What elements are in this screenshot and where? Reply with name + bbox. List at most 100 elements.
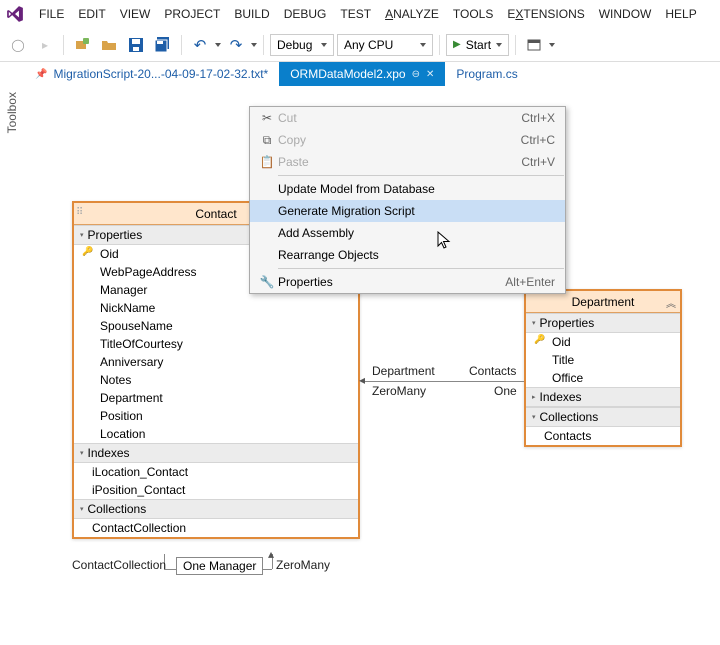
undo-dropdown[interactable] bbox=[215, 43, 221, 47]
ctx-update-model[interactable]: Update Model from Database bbox=[250, 178, 565, 200]
ctx-cut: ✂CutCtrl+X bbox=[250, 107, 565, 129]
copy-icon: ⧉ bbox=[256, 133, 278, 148]
save-button[interactable] bbox=[124, 33, 148, 57]
relation-label: Contacts bbox=[469, 364, 516, 378]
drag-handle-icon[interactable]: ⠿ bbox=[76, 207, 81, 218]
relation-label: Department bbox=[372, 364, 435, 378]
platform-dropdown[interactable]: Any CPU bbox=[337, 34, 433, 56]
ctx-rearrange[interactable]: Rearrange Objects bbox=[250, 244, 565, 266]
arrow-icon: ◂ bbox=[359, 373, 365, 387]
wrench-icon: 🔧 bbox=[256, 275, 278, 289]
paste-icon: 📋 bbox=[256, 155, 278, 169]
tab-strip: 📌 MigrationScript-20...-04-09-17-02-32.t… bbox=[0, 62, 720, 86]
menu-debug[interactable]: DEBUG bbox=[277, 3, 334, 25]
entity-header[interactable]: Department ︽ bbox=[526, 291, 680, 313]
separator bbox=[515, 35, 516, 55]
collapse-icon: ▾ bbox=[80, 449, 84, 457]
separator bbox=[278, 175, 564, 176]
menu-analyze[interactable]: ANALYZE bbox=[378, 3, 446, 25]
tab-migration-script[interactable]: 📌 MigrationScript-20...-04-09-17-02-32.t… bbox=[24, 62, 279, 86]
menu-view[interactable]: VIEW bbox=[113, 3, 158, 25]
relation-label: ContactCollection bbox=[72, 558, 166, 572]
design-canvas[interactable]: ⠿ Contact ︽ ▾Properties Oid WebPageAddre… bbox=[24, 88, 720, 645]
property-item[interactable]: TitleOfCourtesy bbox=[74, 335, 358, 353]
section-indexes[interactable]: ▾Indexes bbox=[74, 443, 358, 463]
config-dropdown[interactable]: Debug bbox=[270, 34, 334, 56]
entity-department[interactable]: Department ︽ ▾Properties Oid Title Offic… bbox=[524, 289, 682, 447]
collection-item[interactable]: Contacts bbox=[526, 427, 680, 445]
collapse-icon: ▾ bbox=[80, 505, 84, 513]
ctx-paste: 📋PasteCtrl+V bbox=[250, 151, 565, 173]
collapse-icon: ▾ bbox=[532, 319, 536, 327]
separator bbox=[439, 35, 440, 55]
index-item[interactable]: iLocation_Contact bbox=[74, 463, 358, 481]
pin-icon[interactable]: ⊖ bbox=[412, 69, 420, 80]
property-item[interactable]: Office bbox=[526, 369, 680, 387]
tab-orm-data-model[interactable]: ORMDataModel2.xpo ⊖ ✕ bbox=[279, 62, 445, 86]
entity-title: Contact bbox=[195, 207, 236, 221]
menu-file[interactable]: FILE bbox=[32, 3, 71, 25]
menu-help[interactable]: HELP bbox=[658, 3, 703, 25]
menu-test[interactable]: TEST bbox=[333, 3, 378, 25]
section-collections[interactable]: ▾Collections bbox=[526, 407, 680, 427]
separator bbox=[63, 35, 64, 55]
property-item[interactable]: Anniversary bbox=[74, 353, 358, 371]
ctx-properties[interactable]: 🔧PropertiesAlt+Enter bbox=[250, 271, 565, 293]
index-item[interactable]: iPosition_Contact bbox=[74, 481, 358, 499]
separator bbox=[181, 35, 182, 55]
section-collections[interactable]: ▾Collections bbox=[74, 499, 358, 519]
menu-window[interactable]: WINDOW bbox=[592, 3, 659, 25]
menu-project[interactable]: PROJECT bbox=[157, 3, 227, 25]
separator bbox=[263, 35, 264, 55]
browser-dropdown[interactable] bbox=[549, 43, 555, 47]
nav-back-button[interactable]: ◯ bbox=[6, 33, 30, 57]
save-all-button[interactable] bbox=[151, 33, 175, 57]
property-item[interactable]: Location bbox=[74, 425, 358, 443]
pin-icon[interactable]: 📌 bbox=[35, 69, 47, 80]
relation-multiplicity: ZeroMany bbox=[372, 384, 426, 398]
ctx-add-assembly[interactable]: Add Assembly bbox=[250, 222, 565, 244]
property-item[interactable]: SpouseName bbox=[74, 317, 358, 335]
entity-title: Department bbox=[572, 295, 635, 309]
relation-multiplicity: One Manager bbox=[176, 557, 263, 575]
property-item[interactable]: Title bbox=[526, 351, 680, 369]
menu-edit[interactable]: EDIT bbox=[71, 3, 112, 25]
expand-icon: ▸ bbox=[532, 393, 536, 401]
collection-item[interactable]: ContactCollection bbox=[74, 519, 358, 537]
collapse-icon: ▾ bbox=[532, 413, 536, 421]
relationship-line bbox=[362, 381, 524, 382]
cut-icon: ✂ bbox=[256, 111, 278, 125]
ctx-copy: ⧉CopyCtrl+C bbox=[250, 129, 565, 151]
play-icon: ▶ bbox=[453, 39, 461, 50]
collapse-icon: ▾ bbox=[80, 231, 84, 239]
toolbar: ◯ ▸ ↶ ↷ Debug Any CPU ▶Start bbox=[0, 28, 720, 62]
ctx-generate-migration[interactable]: Generate Migration Script bbox=[250, 200, 565, 222]
browser-select-button[interactable] bbox=[522, 33, 546, 57]
section-properties[interactable]: ▾Properties bbox=[526, 313, 680, 333]
section-indexes[interactable]: ▸Indexes bbox=[526, 387, 680, 407]
vs-logo-icon bbox=[6, 5, 24, 23]
separator bbox=[278, 268, 564, 269]
menu-build[interactable]: BUILD bbox=[227, 3, 276, 25]
redo-button[interactable]: ↷ bbox=[224, 33, 248, 57]
new-project-button[interactable] bbox=[70, 33, 94, 57]
menu-extensions[interactable]: EXTENSIONS bbox=[500, 3, 591, 25]
toolbox-panel-tab[interactable]: Toolbox bbox=[3, 88, 21, 137]
undo-button[interactable]: ↶ bbox=[188, 33, 212, 57]
redo-dropdown[interactable] bbox=[251, 43, 257, 47]
start-button[interactable]: ▶Start bbox=[446, 34, 509, 56]
property-item[interactable]: NickName bbox=[74, 299, 358, 317]
context-menu: ✂CutCtrl+X ⧉CopyCtrl+C 📋PasteCtrl+V Upda… bbox=[249, 106, 566, 294]
tab-program-cs[interactable]: Program.cs bbox=[445, 62, 528, 86]
property-item[interactable]: Department bbox=[74, 389, 358, 407]
property-item[interactable]: Notes bbox=[74, 371, 358, 389]
property-oid[interactable]: Oid bbox=[526, 333, 680, 351]
menu-bar: FILE EDIT VIEW PROJECT BUILD DEBUG TEST … bbox=[0, 0, 720, 28]
close-icon[interactable]: ✕ bbox=[426, 69, 434, 80]
chevron-up-icon[interactable]: ︽ bbox=[666, 295, 676, 310]
relation-multiplicity: One bbox=[494, 384, 517, 398]
property-item[interactable]: Position bbox=[74, 407, 358, 425]
open-button[interactable] bbox=[97, 33, 121, 57]
nav-fwd-button[interactable]: ▸ bbox=[33, 33, 57, 57]
menu-tools[interactable]: TOOLS bbox=[446, 3, 500, 25]
